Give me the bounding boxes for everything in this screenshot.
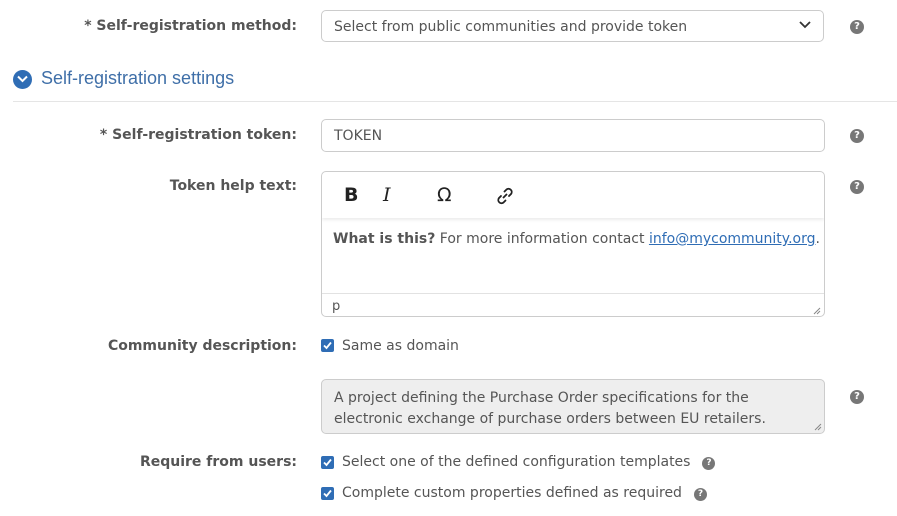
email-link[interactable]: info@mycommunity.org xyxy=(649,231,816,247)
custom-properties-text: Complete custom properties defined as re… xyxy=(342,485,682,501)
help-icon[interactable]: ? xyxy=(850,180,864,194)
custom-properties-label: Complete custom properties defined as re… xyxy=(342,485,707,501)
resize-handle-icon[interactable] xyxy=(814,423,822,431)
registration-method-label: * Self-registration method: xyxy=(84,18,297,34)
config-templates-checkbox[interactable] xyxy=(321,456,334,469)
token-input[interactable]: TOKEN xyxy=(321,119,825,152)
require-from-users-label: Require from users: xyxy=(139,454,297,470)
content-text: For more information contact xyxy=(435,231,649,247)
token-label: * Self-registration token: xyxy=(99,127,297,143)
registration-method-value: Select from public communities and provi… xyxy=(334,19,688,35)
italic-button[interactable]: I xyxy=(383,184,391,206)
community-description-text: A project defining the Purchase Order sp… xyxy=(334,390,766,427)
help-text-editor[interactable]: B I Ω What is this? For more information… xyxy=(321,171,825,317)
content-end: . xyxy=(815,231,820,247)
bold-button[interactable]: B xyxy=(344,184,358,206)
check-icon xyxy=(323,458,332,467)
config-templates-label: Select one of the defined configuration … xyxy=(342,454,716,470)
special-character-button[interactable]: Ω xyxy=(437,184,452,206)
help-icon[interactable]: ? xyxy=(850,390,864,404)
help-text-label: Token help text: xyxy=(169,178,297,194)
registration-method-select[interactable]: Select from public communities and provi… xyxy=(321,10,824,42)
custom-properties-checkbox[interactable] xyxy=(321,487,334,500)
section-header[interactable]: Self-registration settings xyxy=(13,68,897,102)
section-title: Self-registration settings xyxy=(41,68,235,88)
check-icon xyxy=(323,341,332,350)
help-icon[interactable]: ? xyxy=(850,20,864,34)
config-templates-text: Select one of the defined configuration … xyxy=(342,454,691,470)
help-icon[interactable]: ? xyxy=(702,457,716,470)
check-icon xyxy=(323,489,332,498)
editor-statusbar: p xyxy=(322,293,824,316)
editor-content[interactable]: What is this? For more information conta… xyxy=(333,231,820,247)
element-path[interactable]: p xyxy=(332,299,340,314)
resize-handle-icon[interactable] xyxy=(813,307,821,315)
link-icon xyxy=(497,187,513,205)
collapse-chevron-icon[interactable] xyxy=(13,70,32,89)
help-icon[interactable]: ? xyxy=(693,488,707,501)
community-description-textarea[interactable]: A project defining the Purchase Order sp… xyxy=(321,379,825,434)
editor-toolbar: B I Ω xyxy=(322,172,824,218)
community-description-label: Community description: xyxy=(107,338,297,354)
link-button[interactable] xyxy=(494,185,516,207)
same-as-domain-checkbox[interactable] xyxy=(321,339,334,352)
content-bold-text: What is this? xyxy=(333,231,436,247)
help-icon[interactable]: ? xyxy=(850,129,864,143)
chevron-down-icon xyxy=(799,21,811,29)
same-as-domain-label: Same as domain xyxy=(342,338,459,354)
